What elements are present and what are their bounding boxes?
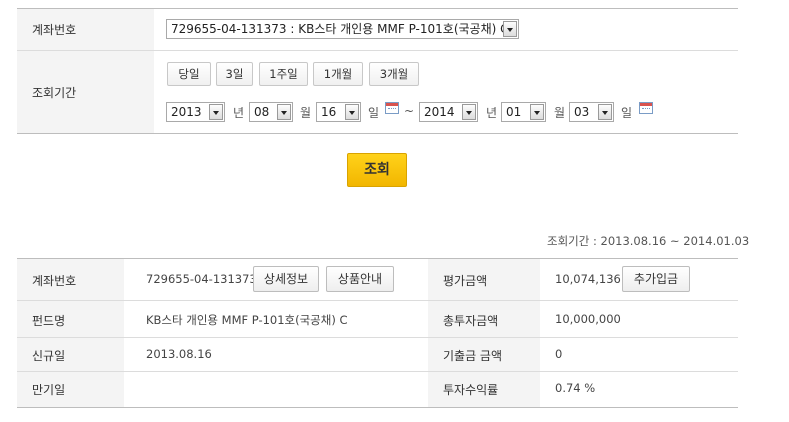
range-tilde: ~: [404, 104, 415, 118]
period-today-button[interactable]: 당일: [167, 62, 211, 86]
chevron-down-icon: [462, 104, 476, 120]
from-day-value: 16: [321, 105, 337, 119]
account-select[interactable]: 729655-04-131373 : KB스타 개인용 MMF P-101호(국…: [166, 19, 519, 39]
account-select-value: 729655-04-131373 : KB스타 개인용 MMF P-101호(국…: [171, 22, 509, 36]
product-guide-button[interactable]: 상품안내: [326, 266, 394, 292]
result-row-divider: [17, 300, 738, 301]
to-month-select[interactable]: 01: [501, 102, 546, 122]
result-period-text: 조회기간 : 2013.08.16 ~ 2014.01.03: [547, 234, 750, 248]
total-investment-label: 총투자금액: [443, 314, 499, 328]
search-submit-button[interactable]: 조회: [347, 153, 407, 187]
eval-amount-label: 평가금액: [443, 274, 488, 288]
new-date-value: 2013.08.16: [146, 347, 212, 361]
fund-name-label: 펀드명: [32, 314, 66, 328]
withdrawn-amount-value: 0: [555, 347, 563, 361]
period-3days-button[interactable]: 3일: [216, 62, 253, 86]
from-day-select[interactable]: 16: [316, 102, 361, 122]
detail-info-button[interactable]: 상세정보: [253, 266, 319, 292]
to-year-value: 2014: [424, 105, 455, 119]
chevron-down-icon: [503, 21, 517, 37]
period-label: 조회기간: [32, 86, 77, 100]
eval-amount-value: 10,074,136: [555, 272, 621, 286]
from-year-select[interactable]: 2013: [166, 102, 225, 122]
chevron-down-icon: [209, 104, 223, 120]
period-1week-button[interactable]: 1주일: [259, 62, 308, 86]
form-row-divider: [17, 50, 738, 51]
result-account-label: 계좌번호: [32, 274, 77, 288]
calendar-icon[interactable]: [639, 102, 653, 114]
chevron-down-icon: [530, 104, 544, 120]
from-month-unit: 월: [300, 106, 312, 120]
period-1month-button[interactable]: 1개월: [313, 62, 363, 86]
to-month-value: 01: [506, 105, 522, 119]
chevron-down-icon: [598, 104, 612, 120]
withdrawn-amount-label: 기출금 금액: [443, 349, 503, 363]
result-row-divider: [17, 337, 738, 338]
return-rate-label: 투자수익률: [443, 383, 499, 397]
result-bottom-border: [17, 407, 738, 408]
chevron-down-icon: [345, 104, 359, 120]
result-account-value: 729655-04-131373: [146, 272, 257, 286]
result-top-border: [17, 258, 738, 259]
account-label: 계좌번호: [32, 23, 77, 37]
result-row-divider: [17, 371, 738, 372]
total-investment-value: 10,000,000: [555, 312, 621, 326]
fund-name-value: KB스타 개인용 MMF P-101호(국공채) C: [146, 313, 348, 327]
chevron-down-icon: [277, 104, 291, 120]
from-year-value: 2013: [171, 105, 202, 119]
maturity-date-label: 만기일: [32, 383, 66, 397]
from-day-unit: 일: [368, 106, 380, 120]
new-date-label: 신규일: [32, 349, 66, 363]
to-year-unit: 년: [486, 106, 498, 120]
from-month-value: 08: [254, 105, 270, 119]
to-day-value: 03: [574, 105, 590, 119]
form-bottom-border: [17, 133, 738, 134]
additional-deposit-button[interactable]: 추가입금: [622, 266, 690, 292]
to-year-select[interactable]: 2014: [419, 102, 478, 122]
to-day-unit: 일: [621, 106, 633, 120]
from-month-select[interactable]: 08: [249, 102, 293, 122]
from-year-unit: 년: [233, 106, 245, 120]
to-day-select[interactable]: 03: [569, 102, 614, 122]
calendar-icon[interactable]: [385, 102, 399, 114]
to-month-unit: 월: [554, 106, 566, 120]
period-3months-button[interactable]: 3개월: [369, 62, 419, 86]
return-rate-value: 0.74 %: [555, 381, 596, 395]
